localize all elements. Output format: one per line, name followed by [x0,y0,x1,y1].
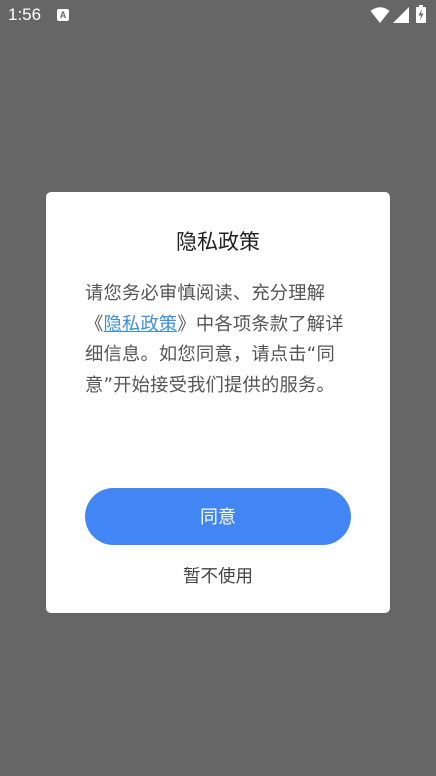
agree-button[interactable]: 同意 [85,488,351,545]
status-bar: 1:56 A [0,0,436,30]
dialog-title: 隐私政策 [176,230,260,254]
status-time: 1:56 [8,5,42,24]
wifi-icon [370,7,390,23]
privacy-policy-link[interactable]: 隐私政策 [103,314,177,335]
dialog-message: 请您务必审慎阅读、充分理解《隐私政策》中各项条款了解详细信息。如您同意，请点击“… [85,279,357,401]
privacy-dialog: 隐私政策 请您务必审慎阅读、充分理解《隐私政策》中各项条款了解详细信息。如您同意… [46,192,390,613]
battery-icon [416,5,426,23]
decline-button[interactable]: 暂不使用 [46,561,390,593]
notification-a-icon: A [57,9,69,21]
cellular-signal-icon [393,7,409,23]
